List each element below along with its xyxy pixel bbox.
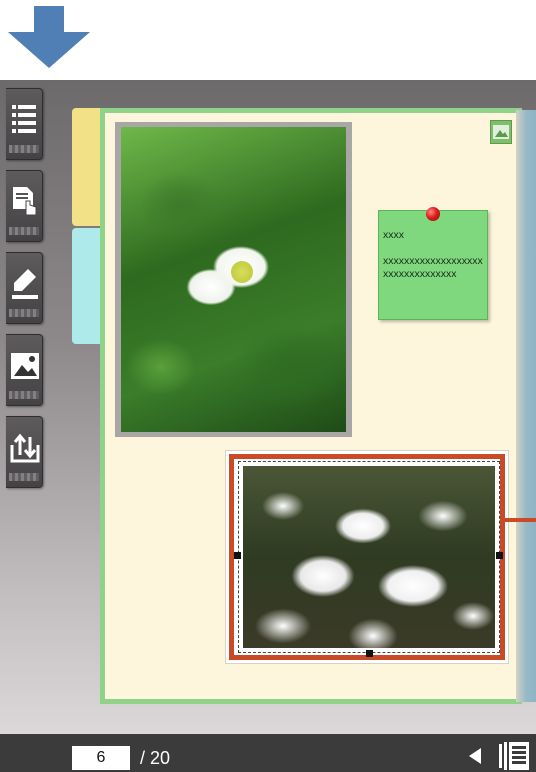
list-icon	[12, 105, 36, 133]
page-edge	[516, 110, 536, 702]
marker-tool-button[interactable]	[6, 252, 43, 324]
selection-connector	[505, 518, 536, 522]
document-touch-icon	[13, 187, 37, 216]
app-root: xxxx xxxxxxxxxxxxxxxxxxxxxxxxxxxxxxxxx /…	[0, 0, 536, 772]
dogwood-photo-image	[243, 466, 495, 648]
image-icon	[11, 353, 39, 379]
document-tool-button[interactable]	[6, 170, 43, 242]
toc-button[interactable]	[6, 88, 43, 160]
yellow-index-tab[interactable]	[72, 108, 102, 226]
highlighter-icon	[12, 269, 38, 299]
flower-center	[231, 261, 253, 283]
dogwood-photo[interactable]	[238, 461, 500, 653]
resize-handle-right[interactable]	[496, 552, 503, 559]
tool-label	[9, 145, 39, 153]
tool-label	[9, 473, 39, 481]
image-tool-button[interactable]	[6, 334, 43, 406]
sticky-note[interactable]: xxxx xxxxxxxxxxxxxxxxxxxxxxxxxxxxxxxxx	[378, 207, 488, 320]
flower-photo-image	[121, 127, 346, 432]
cyan-index-tab[interactable]	[72, 228, 102, 344]
export-tool-button[interactable]	[6, 416, 43, 488]
resize-handle-left[interactable]	[234, 552, 241, 559]
tool-label	[9, 309, 39, 317]
pushpin-icon	[426, 207, 440, 221]
resize-handle-bottom[interactable]	[366, 650, 373, 657]
note-body: xxxxxxxxxxxxxxxxxxxxxxxxxxxxxxxxx	[383, 255, 483, 280]
page-list-icon[interactable]	[497, 740, 531, 772]
export-icon	[10, 433, 40, 463]
flower-photo[interactable]	[115, 122, 352, 437]
note-title: xxxx	[383, 229, 404, 241]
down-arrow-icon	[8, 6, 90, 68]
prev-page-icon[interactable]	[467, 746, 483, 766]
tool-label	[9, 391, 39, 399]
page-number-input[interactable]	[72, 746, 130, 770]
insert-image-icon[interactable]	[490, 120, 512, 144]
page-total: / 20	[140, 748, 171, 768]
tool-label	[9, 227, 39, 235]
